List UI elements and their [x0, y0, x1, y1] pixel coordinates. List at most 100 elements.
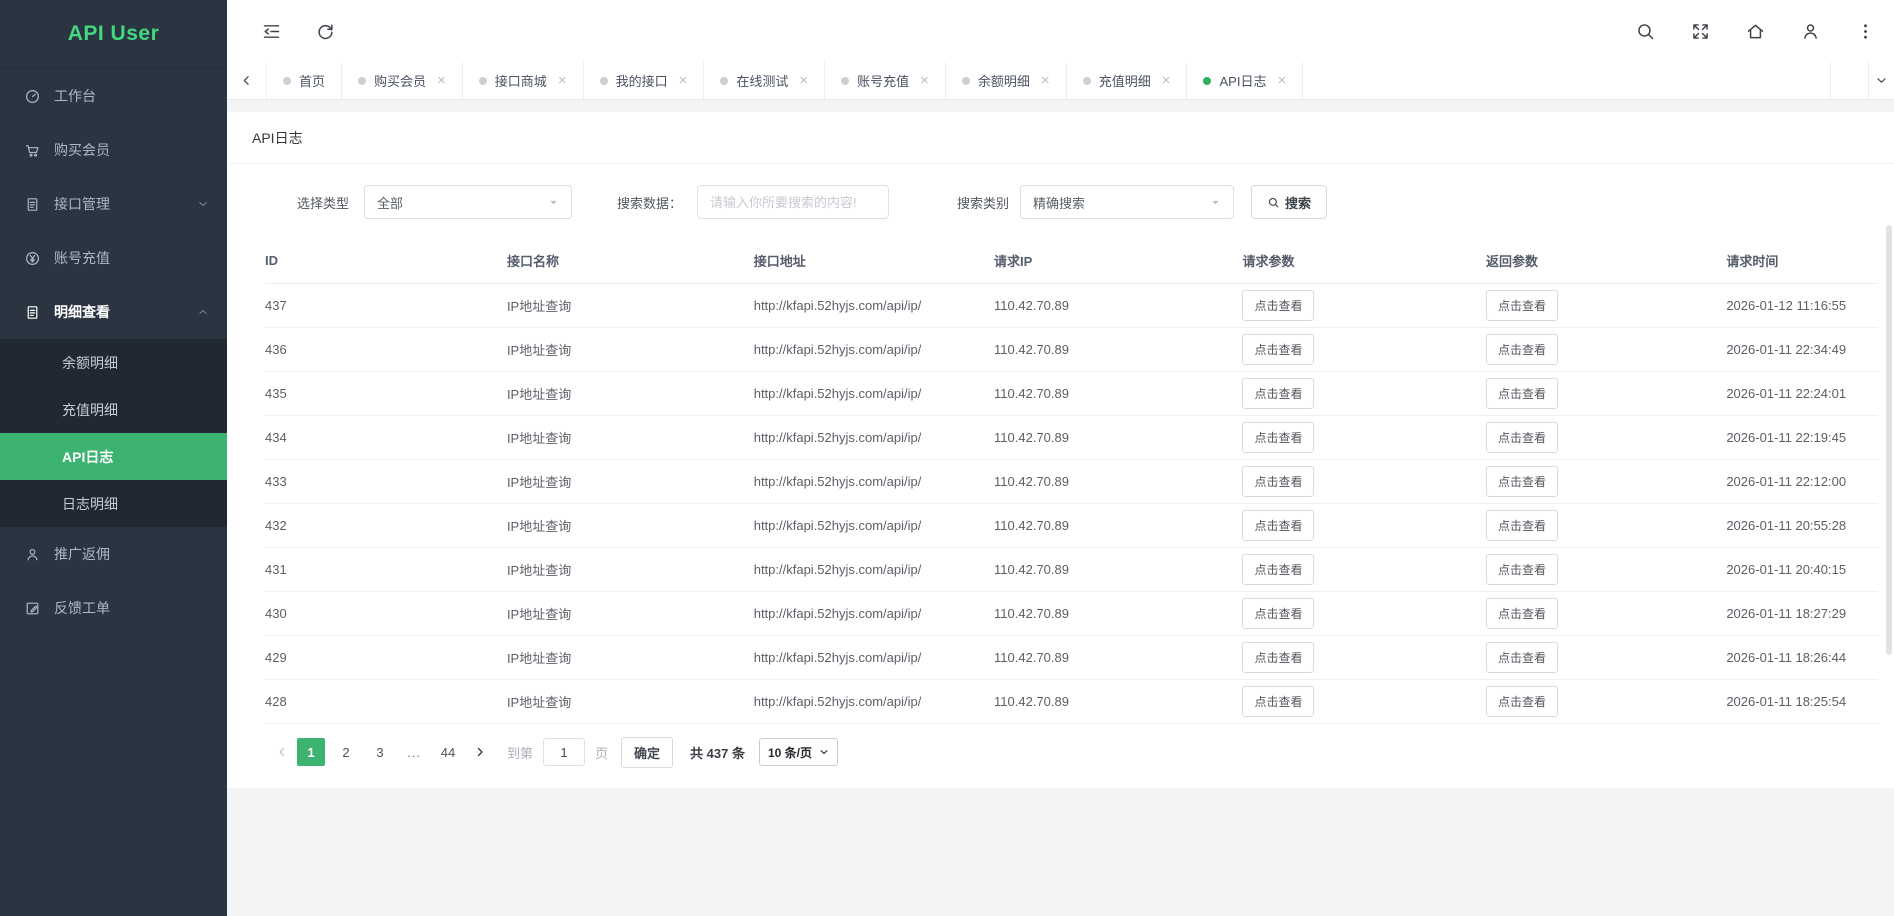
sidebar-item-label: 明细查看 — [54, 302, 110, 322]
topbar-right — [1635, 21, 1876, 42]
view-request-params-button[interactable]: 点击查看 — [1242, 466, 1314, 497]
chevron-up-icon — [197, 306, 209, 318]
page-number-button[interactable]: 1 — [297, 738, 325, 766]
tab-label: API日志 — [1219, 71, 1266, 90]
sidebar-menu: 工作台 购买会员 接口管理 账 — [0, 69, 227, 635]
tab-close-icon[interactable]: × — [799, 73, 808, 88]
tab-label: 接口商城 — [495, 71, 547, 90]
sidebar-item-api-manage[interactable]: 接口管理 — [0, 177, 227, 231]
log-table-wrap: ID 接口名称 接口地址 请求IP 请求参数 返回参数 请求时间 437 IP地… — [227, 232, 1894, 724]
view-return-params-button[interactable]: 点击查看 — [1486, 598, 1558, 629]
tab-close-icon[interactable]: × — [437, 73, 446, 88]
tab-label: 在线测试 — [736, 71, 788, 90]
cell-request-ip: 110.42.70.89 — [994, 327, 1242, 371]
tab-close-icon[interactable]: × — [1162, 73, 1171, 88]
tabs-scroll-left-button[interactable] — [227, 62, 267, 99]
vertical-scrollbar-thumb[interactable] — [1886, 225, 1892, 655]
view-return-params-button[interactable]: 点击查看 — [1486, 642, 1558, 673]
cell-return-params: 点击查看 — [1486, 679, 1726, 723]
sidebar-item-buy-membership[interactable]: 购买会员 — [0, 123, 227, 177]
view-request-params-button[interactable]: 点击查看 — [1242, 554, 1314, 585]
sidebar-item-detail-view[interactable]: 明细查看 — [0, 285, 227, 339]
column-header-request-params: 请求参数 — [1242, 238, 1486, 283]
view-return-params-button[interactable]: 点击查看 — [1486, 290, 1558, 321]
next-page-button[interactable] — [469, 746, 491, 758]
tab-close-icon[interactable]: × — [920, 73, 929, 88]
tabs-actions-dropdown[interactable] — [1868, 62, 1894, 99]
yen-circle-icon — [24, 250, 41, 267]
table-row: 432 IP地址查询 http://kfapi.52hyjs.com/api/i… — [265, 503, 1878, 547]
page-number-button[interactable]: 44 — [435, 738, 461, 766]
total-count-text: 共 437 条 — [690, 743, 745, 762]
view-request-params-button[interactable]: 点击查看 — [1242, 598, 1314, 629]
more-menu-icon[interactable] — [1855, 21, 1876, 42]
sidebar-subitem-recharge-detail[interactable]: 充值明细 — [0, 386, 227, 433]
prev-page-button[interactable] — [271, 746, 293, 758]
view-return-params-button[interactable]: 点击查看 — [1486, 378, 1558, 409]
tab[interactable]: 充值明细 × — [1067, 62, 1188, 99]
user-icon[interactable] — [1800, 21, 1821, 42]
tabs-scroll-right-button[interactable] — [1830, 62, 1868, 99]
view-request-params-button[interactable]: 点击查看 — [1242, 686, 1314, 717]
tab-label: 账号充值 — [857, 71, 909, 90]
view-return-params-button[interactable]: 点击查看 — [1486, 466, 1558, 497]
view-request-params-button[interactable]: 点击查看 — [1242, 422, 1314, 453]
table-row: 428 IP地址查询 http://kfapi.52hyjs.com/api/i… — [265, 679, 1878, 723]
view-request-params-button[interactable]: 点击查看 — [1242, 290, 1314, 321]
goto-page-input[interactable] — [543, 738, 585, 766]
page-number-button[interactable]: 2 — [333, 738, 359, 766]
fullscreen-icon[interactable] — [1690, 21, 1711, 42]
type-select[interactable]: 全部 — [364, 185, 572, 219]
sidebar-subitem-balance-detail[interactable]: 余额明细 — [0, 339, 227, 386]
submenu-item-label: 日志明细 — [62, 494, 118, 514]
view-request-params-button[interactable]: 点击查看 — [1242, 378, 1314, 409]
tab-close-icon[interactable]: × — [1277, 73, 1286, 88]
view-return-params-button[interactable]: 点击查看 — [1486, 422, 1558, 453]
tab-close-icon[interactable]: × — [558, 73, 567, 88]
search-icon — [1267, 196, 1280, 209]
page-number-button[interactable]: 3 — [367, 738, 393, 766]
tab[interactable]: 余额明细 × — [946, 62, 1067, 99]
view-return-params-button[interactable]: 点击查看 — [1486, 334, 1558, 365]
view-request-params-button[interactable]: 点击查看 — [1242, 642, 1314, 673]
view-return-params-button[interactable]: 点击查看 — [1486, 686, 1558, 717]
search-input[interactable] — [697, 185, 889, 219]
view-return-params-button[interactable]: 点击查看 — [1486, 554, 1558, 585]
home-icon[interactable] — [1745, 21, 1766, 42]
collapse-sidebar-icon[interactable] — [261, 21, 282, 42]
search-icon[interactable] — [1635, 21, 1656, 42]
tab[interactable]: 账号充值 × — [825, 62, 946, 99]
cell-request-time: 2026-01-11 20:55:28 — [1726, 503, 1878, 547]
sidebar-item-label: 接口管理 — [54, 194, 110, 214]
sidebar-subitem-api-log[interactable]: API日志 — [0, 433, 227, 480]
category-select[interactable]: 精确搜索 — [1020, 185, 1234, 219]
tab[interactable]: 接口商城 × — [463, 62, 584, 99]
tab-close-icon[interactable]: × — [1041, 73, 1050, 88]
tab[interactable]: 在线测试 × — [704, 62, 825, 99]
search-button[interactable]: 搜索 — [1251, 185, 1327, 219]
view-request-params-button[interactable]: 点击查看 — [1242, 334, 1314, 365]
tab[interactable]: 首页 — [267, 62, 342, 99]
tab-close-icon[interactable]: × — [679, 73, 688, 88]
cell-id: 429 — [265, 635, 507, 679]
tab-status-dot — [841, 77, 849, 85]
tab[interactable]: 购买会员 × — [342, 62, 463, 99]
sidebar-item-feedback[interactable]: 反馈工单 — [0, 581, 227, 635]
tab[interactable]: API日志 × — [1187, 62, 1303, 99]
cell-request-params: 点击查看 — [1242, 371, 1486, 415]
goto-confirm-button[interactable]: 确定 — [621, 737, 673, 768]
column-header-ip: 请求IP — [994, 238, 1242, 283]
cell-api-url: http://kfapi.52hyjs.com/api/ip/ — [754, 591, 994, 635]
refresh-icon[interactable] — [315, 21, 336, 42]
sidebar-item-recharge[interactable]: 账号充值 — [0, 231, 227, 285]
view-return-params-button[interactable]: 点击查看 — [1486, 510, 1558, 541]
view-request-params-button[interactable]: 点击查看 — [1242, 510, 1314, 541]
cell-request-ip: 110.42.70.89 — [994, 283, 1242, 327]
sidebar-item-promotion[interactable]: 推广返佣 — [0, 527, 227, 581]
type-select-value: 全部 — [377, 193, 403, 212]
page-size-select[interactable]: 10 条/页 — [759, 738, 838, 766]
sidebar-subitem-log-detail[interactable]: 日志明细 — [0, 480, 227, 527]
tab[interactable]: 我的接口 × — [584, 62, 705, 99]
cell-id: 436 — [265, 327, 507, 371]
sidebar-item-workbench[interactable]: 工作台 — [0, 69, 227, 123]
